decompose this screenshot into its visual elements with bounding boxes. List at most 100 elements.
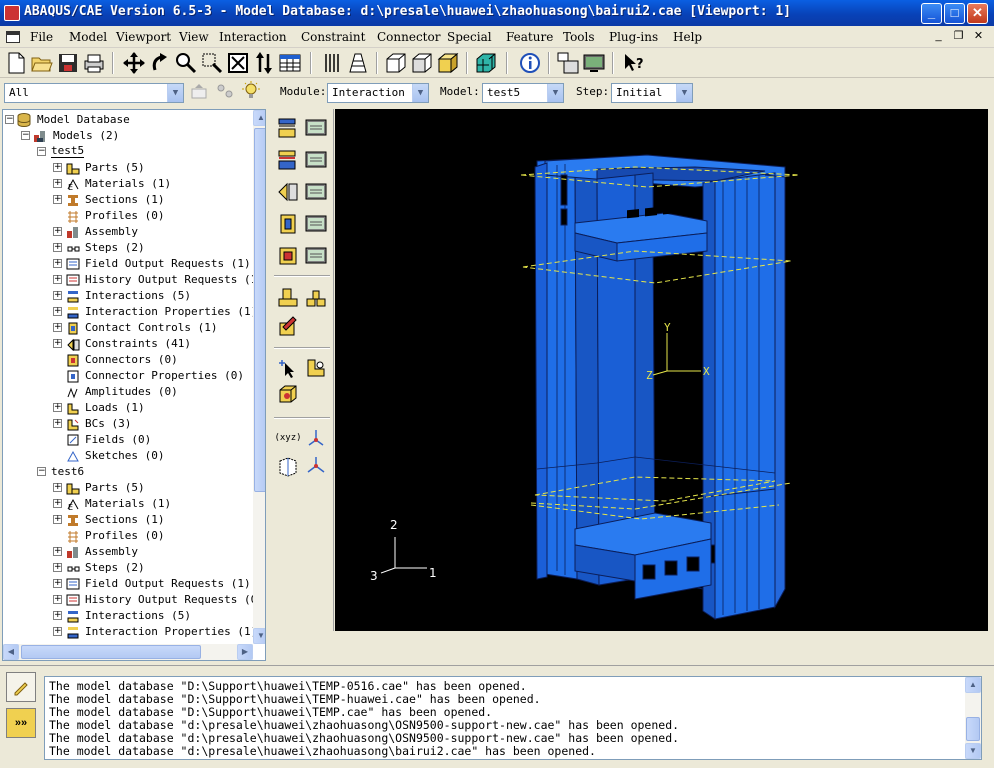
tree-up-icon[interactable] [188, 80, 210, 102]
mdi-close-button[interactable]: ✕ [971, 30, 986, 43]
datum-plane-icon[interactable] [275, 453, 301, 479]
expand-icon[interactable]: + [53, 339, 62, 348]
zoom-icon[interactable] [174, 51, 198, 75]
chevron-down-icon[interactable]: ▼ [167, 84, 183, 102]
print-icon[interactable] [82, 51, 106, 75]
tree-item[interactable]: + Interactions (5) [3, 608, 253, 624]
viewport-layout-icon[interactable] [556, 51, 580, 75]
expand-icon[interactable]: + [53, 227, 62, 236]
collapse-icon[interactable]: − [5, 115, 14, 124]
message-log[interactable]: The model database "D:\Support\huawei\TE… [44, 676, 982, 760]
tree-item[interactable]: + History Output Requests (0) [3, 592, 264, 608]
edit-attributes-icon[interactable] [275, 313, 301, 339]
tree-item[interactable]: + E Materials (1) [3, 176, 253, 192]
system-menu-icon[interactable] [6, 31, 20, 43]
expand-icon[interactable]: + [53, 243, 62, 252]
interaction-manager-icon[interactable] [303, 115, 329, 141]
menu-interaction[interactable]: Interaction [219, 30, 287, 44]
expand-icon[interactable]: + [53, 179, 62, 188]
tree-item[interactable]: + Steps (2) [3, 560, 253, 576]
rack-model[interactable] [534, 154, 786, 620]
save-icon[interactable] [56, 51, 80, 75]
rotate-icon[interactable] [148, 51, 172, 75]
box-zoom-icon[interactable] [200, 51, 224, 75]
csys-xyz-icon[interactable]: (xyz) [274, 425, 301, 451]
constraint-manager-icon[interactable] [303, 211, 329, 237]
title-bar[interactable]: ABAQUS/CAE Version 6.5-3 - Model Databas… [0, 0, 994, 26]
tree-item[interactable]: + Interaction Properties (1) [3, 624, 257, 640]
create-constraint-icon[interactable] [275, 211, 301, 237]
app-icon[interactable] [4, 5, 20, 21]
tree-item[interactable]: + Loads (1) [3, 400, 253, 416]
tree-item[interactable]: Connectors (0) [3, 352, 253, 368]
viewport-monitor-icon[interactable] [582, 51, 606, 75]
tree-root[interactable]: − Model Database [3, 112, 253, 128]
scroll-right-button[interactable]: ▶ [237, 644, 253, 660]
module-select[interactable]: Interaction ▼ [327, 83, 429, 103]
tree-filter-icon[interactable] [214, 80, 236, 102]
create-interaction-icon[interactable] [275, 115, 301, 141]
tree-item[interactable]: Profiles (0) [3, 208, 253, 224]
tree-item[interactable]: + BCs (3) [3, 416, 253, 432]
expand-icon[interactable]: + [53, 499, 62, 508]
model-select[interactable]: test5 ▼ [482, 83, 564, 103]
property-manager-icon[interactable] [303, 147, 329, 173]
tree-vertical-scrollbar[interactable]: ▲ ▼ [253, 110, 265, 644]
info-icon[interactable] [518, 51, 542, 75]
datum-point-icon[interactable] [303, 355, 329, 381]
step-select[interactable]: Initial ▼ [611, 83, 693, 103]
create-wire-icon[interactable] [275, 285, 301, 311]
tree-item[interactable]: + Steps (2) [3, 240, 253, 256]
tree-item[interactable]: + Parts (5) [3, 160, 253, 176]
help-pointer-icon[interactable]: ? [622, 51, 646, 75]
highlight-bulb-icon[interactable] [240, 80, 262, 102]
query-table-icon[interactable] [278, 51, 302, 75]
iso-view-icon[interactable] [384, 51, 408, 75]
create-fastener-icon[interactable] [303, 285, 329, 311]
mesh-render-icon[interactable] [474, 51, 498, 75]
menu-constraint[interactable]: Constraint [301, 30, 365, 44]
tree-item[interactable]: Amplitudes (0) [3, 384, 253, 400]
new-file-icon[interactable] [4, 51, 28, 75]
message-area-tab-icon[interactable] [6, 672, 36, 702]
collapse-icon[interactable]: − [37, 147, 46, 156]
expand-icon[interactable]: + [53, 259, 62, 268]
scroll-up-button[interactable]: ▲ [965, 677, 981, 693]
message-scrollbar[interactable]: ▲ ▼ [965, 677, 981, 759]
minimize-button[interactable]: _ [921, 3, 942, 24]
tree-item[interactable]: Sketches (0) [3, 448, 253, 464]
tree-item[interactable]: + Assembly [3, 224, 253, 240]
menu-file[interactable]: File [30, 30, 53, 44]
shaded-view-icon[interactable] [436, 51, 460, 75]
tree-model-test5[interactable]: − test5 [3, 144, 253, 160]
viewport[interactable]: Y X Z 2 1 3 [335, 109, 988, 631]
expand-icon[interactable]: + [53, 515, 62, 524]
collapse-icon[interactable]: − [21, 131, 30, 140]
tree-item[interactable]: Connector Properties (0) [3, 368, 253, 384]
menu-view[interactable]: View [179, 30, 209, 44]
menu-plugins[interactable]: Plug-ins [609, 30, 658, 44]
tree-item[interactable]: Profiles (0) [3, 528, 253, 544]
tree-item[interactable]: + Sections (1) [3, 512, 253, 528]
expand-icon[interactable]: + [53, 163, 62, 172]
expand-icon[interactable]: + [53, 419, 62, 428]
tree-item[interactable]: + Contact Controls (1) [3, 320, 253, 336]
scroll-left-button[interactable]: ◀ [3, 644, 19, 660]
scroll-up-button[interactable]: ▲ [253, 110, 265, 126]
close-button[interactable]: ✕ [967, 3, 988, 24]
chevron-down-icon[interactable]: ▼ [676, 84, 692, 102]
expand-icon[interactable]: + [53, 595, 62, 604]
menu-model[interactable]: Model [69, 30, 107, 44]
tree-item[interactable]: + Interaction Properties (1) [3, 304, 257, 320]
chevron-down-icon[interactable]: ▼ [547, 84, 563, 102]
tree-item[interactable]: + Parts (5) [3, 480, 253, 496]
expand-icon[interactable]: + [53, 323, 62, 332]
maximize-button[interactable]: □ [944, 3, 965, 24]
viewport-canvas[interactable]: Y X Z 2 1 3 [335, 109, 988, 631]
auto-fit-icon[interactable] [226, 51, 250, 75]
scroll-down-button[interactable]: ▼ [253, 628, 265, 644]
scroll-down-button[interactable]: ▼ [965, 743, 981, 759]
partition-icon[interactable] [275, 381, 301, 407]
mdi-minimize-button[interactable]: _ [931, 30, 946, 43]
expand-icon[interactable]: + [53, 563, 62, 572]
